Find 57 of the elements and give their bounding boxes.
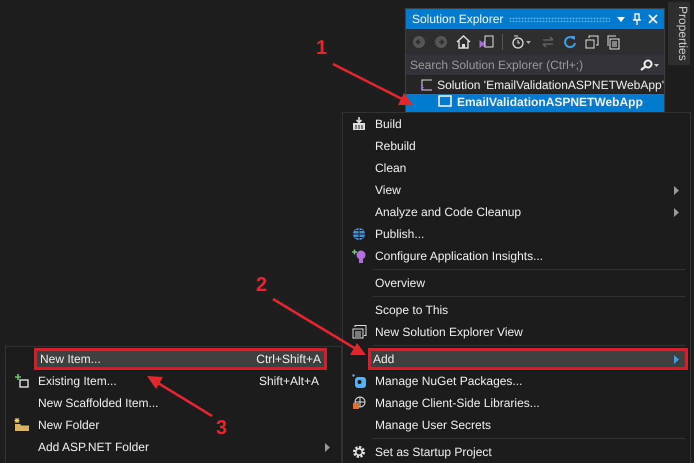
menu-item[interactable]: Existing Item... Shift+Alt+A: [8, 370, 339, 392]
menu-item[interactable]: View: [345, 179, 688, 201]
copy-pages-icon[interactable]: [607, 34, 621, 50]
menu-item[interactable]: Add ASP.NET Folder: [8, 436, 339, 458]
solution-icon: [420, 78, 432, 90]
windows-icon: [352, 325, 366, 339]
annotation-number: 3: [216, 417, 228, 439]
menu-item[interactable]: Publish...: [345, 223, 688, 245]
menu-item[interactable]: Configure Application Insights...: [345, 245, 688, 267]
search-icon[interactable]: [640, 59, 660, 71]
menu-item[interactable]: Analyze and Code Cleanup: [345, 201, 688, 223]
library-globe-icon: [352, 396, 366, 410]
add-existing-icon: [15, 374, 29, 388]
search-field[interactable]: Search Solution Explorer (Ctrl+;): [406, 55, 664, 75]
submenu-arrow-icon: [674, 186, 680, 195]
lightbulb-icon: [352, 248, 366, 264]
menu-item[interactable]: Manage NuGet Packages...: [345, 370, 688, 392]
sync-arrows-icon[interactable]: [541, 35, 555, 49]
new-folder-icon: [14, 418, 30, 432]
shortcut-text: Ctrl+Shift+A: [256, 352, 321, 366]
menu-item[interactable]: New Folder: [8, 414, 108, 436]
submenu-arrow-icon: [325, 443, 331, 452]
tree-item-label: Solution 'EmailValidationASPNETWebApp': [437, 78, 664, 92]
annotation-number: 1: [316, 37, 328, 59]
menu-item[interactable]: New Scaffolded Item...: [8, 392, 167, 414]
build-icon: [352, 117, 366, 131]
menu-item[interactable]: Scope to This: [345, 299, 688, 321]
menu-item[interactable]: New Item... Ctrl+Shift+A: [34, 348, 327, 370]
dropdown-icon[interactable]: [616, 14, 626, 24]
project-icon: [438, 95, 452, 107]
panel-title: Solution Explorer: [412, 12, 504, 26]
history-icon[interactable]: [511, 35, 533, 49]
menu-item[interactable]: Overview: [345, 272, 688, 294]
menu-item[interactable]: New Solution Explorer View: [345, 321, 688, 343]
tree-item[interactable]: Solution 'EmailValidationASPNETWebApp': [406, 75, 664, 94]
tree-item-label: EmailValidationASPNETWebApp: [457, 95, 643, 109]
menu-item[interactable]: Clean: [345, 157, 688, 179]
collapse-all-icon[interactable]: [585, 35, 599, 49]
menu-item[interactable]: Rebuild: [345, 135, 688, 157]
submenu-arrow-icon: [674, 208, 680, 217]
shortcut-text: Shift+Alt+A: [258, 374, 319, 388]
submenu-arrow-icon: [674, 355, 680, 364]
menu-item[interactable]: Add: [368, 348, 688, 370]
close-icon[interactable]: [648, 14, 658, 24]
tree-item[interactable]: EmailValidationASPNETWebApp: [406, 94, 664, 113]
nuget-icon: [352, 374, 366, 388]
annotation-number: 2: [256, 274, 268, 296]
properties-tab[interactable]: Properties: [668, 2, 690, 65]
menu-item[interactable]: Build: [345, 113, 688, 135]
refresh-icon[interactable]: [563, 35, 577, 49]
globe-icon: [352, 227, 366, 241]
settings-icon: [352, 445, 366, 459]
menu-item[interactable]: Manage Client-Side Libraries...: [345, 392, 688, 414]
pin-icon[interactable]: [632, 13, 642, 25]
menu-item[interactable]: Manage User Secrets: [345, 414, 688, 436]
menu-item[interactable]: Set as Startup Project: [345, 441, 688, 463]
home-icon[interactable]: [456, 35, 471, 49]
